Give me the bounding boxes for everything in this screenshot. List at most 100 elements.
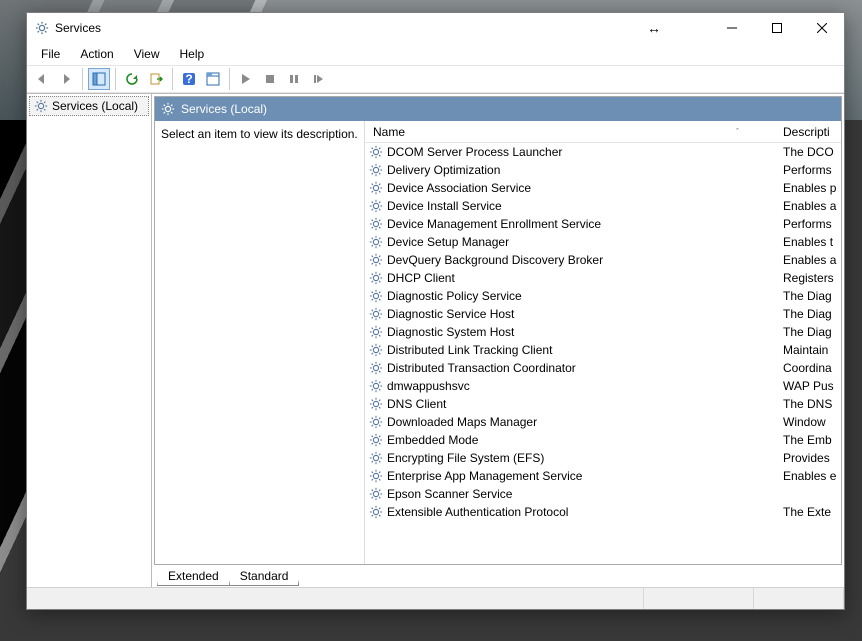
gear-icon: [369, 433, 383, 447]
maximize-button[interactable]: [754, 13, 799, 43]
service-row[interactable]: Diagnostic Policy ServiceThe Diag: [365, 287, 841, 305]
help-button[interactable]: ?: [178, 68, 200, 90]
service-row[interactable]: Enterprise App Management ServiceEnables…: [365, 467, 841, 485]
service-row[interactable]: Encrypting File System (EFS)Provides: [365, 449, 841, 467]
menu-action[interactable]: Action: [70, 45, 123, 63]
service-row[interactable]: Epson Scanner Service: [365, 485, 841, 503]
forward-button[interactable]: [55, 68, 77, 90]
column-header-name[interactable]: Name ˆ: [369, 125, 779, 139]
service-description: Enables a: [783, 199, 836, 213]
minimize-button[interactable]: [709, 13, 754, 43]
description-pane: Select an item to view its description.: [155, 121, 365, 564]
service-row[interactable]: Downloaded Maps ManagerWindow: [365, 413, 841, 431]
description-prompt: Select an item to view its description.: [161, 127, 358, 141]
service-name: Embedded Mode: [387, 433, 478, 447]
sort-ascending-icon: ˆ: [736, 127, 739, 137]
menu-help[interactable]: Help: [170, 45, 215, 63]
service-row[interactable]: Device Install ServiceEnables a: [365, 197, 841, 215]
service-row[interactable]: Distributed Link Tracking Client Maintain: [365, 341, 841, 359]
service-description: Enables e: [783, 469, 836, 483]
toolbar: ?: [27, 65, 844, 93]
detail-body: Select an item to view its description. …: [155, 121, 841, 564]
show-hide-console-tree-button[interactable]: [88, 68, 110, 90]
list-pane[interactable]: Name ˆ Descripti DCOM Server Process Lau…: [365, 121, 841, 564]
service-row[interactable]: Distributed Transaction CoordinatorCoord…: [365, 359, 841, 377]
export-list-button[interactable]: [145, 68, 167, 90]
service-row[interactable]: Device Association ServiceEnables p: [365, 179, 841, 197]
gear-icon: [161, 102, 175, 116]
gear-icon: [369, 343, 383, 357]
list-header: Name ˆ Descripti: [365, 121, 841, 143]
detail-header: Services (Local): [155, 97, 841, 121]
horizontal-scrollbar[interactable]: [365, 521, 841, 538]
service-name: Device Management Enrollment Service: [387, 217, 601, 231]
stop-service-button[interactable]: [259, 68, 281, 90]
tree-pane[interactable]: Services (Local): [27, 94, 152, 587]
service-row[interactable]: Diagnostic System HostThe Diag: [365, 323, 841, 341]
window-title: Services: [55, 21, 101, 35]
gear-icon: [369, 253, 383, 267]
service-row[interactable]: Extensible Authentication ProtocolThe Ex…: [365, 503, 841, 521]
service-row[interactable]: Embedded Mode The Emb: [365, 431, 841, 449]
tab-extended[interactable]: Extended: [157, 567, 230, 586]
service-row[interactable]: Device Setup ManagerEnables t: [365, 233, 841, 251]
service-name: Device Association Service: [387, 181, 531, 195]
service-description: The DCO: [783, 145, 834, 159]
service-description: The Emb: [783, 433, 832, 447]
service-description: Registers: [783, 271, 834, 285]
service-name: Diagnostic Policy Service: [387, 289, 522, 303]
statusbar: [27, 587, 844, 609]
service-name: Distributed Link Tracking Client: [387, 343, 552, 357]
service-name: Diagnostic Service Host: [387, 307, 514, 321]
start-service-button[interactable]: [235, 68, 257, 90]
gear-icon: [369, 415, 383, 429]
service-name: DCOM Server Process Launcher: [387, 145, 562, 159]
service-description: Enables t: [783, 235, 833, 249]
gear-icon: [369, 289, 383, 303]
gear-icon: [369, 145, 383, 159]
service-name: DHCP Client: [387, 271, 455, 285]
service-name: Extensible Authentication Protocol: [387, 505, 568, 519]
service-row[interactable]: DevQuery Background Discovery BrokerEnab…: [365, 251, 841, 269]
gear-icon: [369, 163, 383, 177]
gear-icon: [369, 235, 383, 249]
service-row[interactable]: Delivery OptimizationPerforms: [365, 161, 841, 179]
service-description: Performs: [783, 217, 832, 231]
service-row[interactable]: DCOM Server Process Launcher The DCO: [365, 143, 841, 161]
service-row[interactable]: DNS ClientThe DNS: [365, 395, 841, 413]
tab-label: Standard: [240, 569, 289, 583]
service-description: Maintain: [783, 343, 828, 357]
restart-service-button[interactable]: [307, 68, 329, 90]
service-row[interactable]: dmwappushsvcWAP Pus: [365, 377, 841, 395]
refresh-button[interactable]: [121, 68, 143, 90]
tab-standard[interactable]: Standard: [229, 567, 300, 586]
service-name: Delivery Optimization: [387, 163, 500, 177]
gear-icon: [369, 361, 383, 375]
service-row[interactable]: Diagnostic Service HostThe Diag: [365, 305, 841, 323]
gear-icon: [369, 181, 383, 195]
titlebar[interactable]: Services ↔: [27, 13, 844, 43]
gear-icon: [369, 307, 383, 321]
detail-area: Services (Local) Select an item to view …: [154, 96, 842, 565]
back-button[interactable]: [31, 68, 53, 90]
menu-file[interactable]: File: [31, 45, 70, 63]
service-row[interactable]: DHCP Client Registers: [365, 269, 841, 287]
list-rows: DCOM Server Process Launcher The DCO Deliv…: [365, 143, 841, 521]
close-button[interactable]: [799, 13, 844, 43]
gear-icon: [369, 451, 383, 465]
detail-header-title: Services (Local): [181, 102, 267, 116]
menu-view[interactable]: View: [124, 45, 170, 63]
service-row[interactable]: Device Management Enrollment Service Perf…: [365, 215, 841, 233]
service-name: DevQuery Background Discovery Broker: [387, 253, 603, 267]
gear-icon: [34, 99, 48, 113]
tree-node-services-local[interactable]: Services (Local): [29, 96, 149, 116]
toolbar-separator: [82, 68, 83, 90]
column-header-description[interactable]: Descripti: [779, 125, 841, 139]
svg-text:?: ?: [185, 72, 192, 86]
gear-icon: [369, 379, 383, 393]
properties-button[interactable]: [202, 68, 224, 90]
service-description: WAP Pus: [783, 379, 834, 393]
service-description: Provides: [783, 451, 830, 465]
pause-service-button[interactable]: [283, 68, 305, 90]
app-icon: [35, 21, 49, 35]
